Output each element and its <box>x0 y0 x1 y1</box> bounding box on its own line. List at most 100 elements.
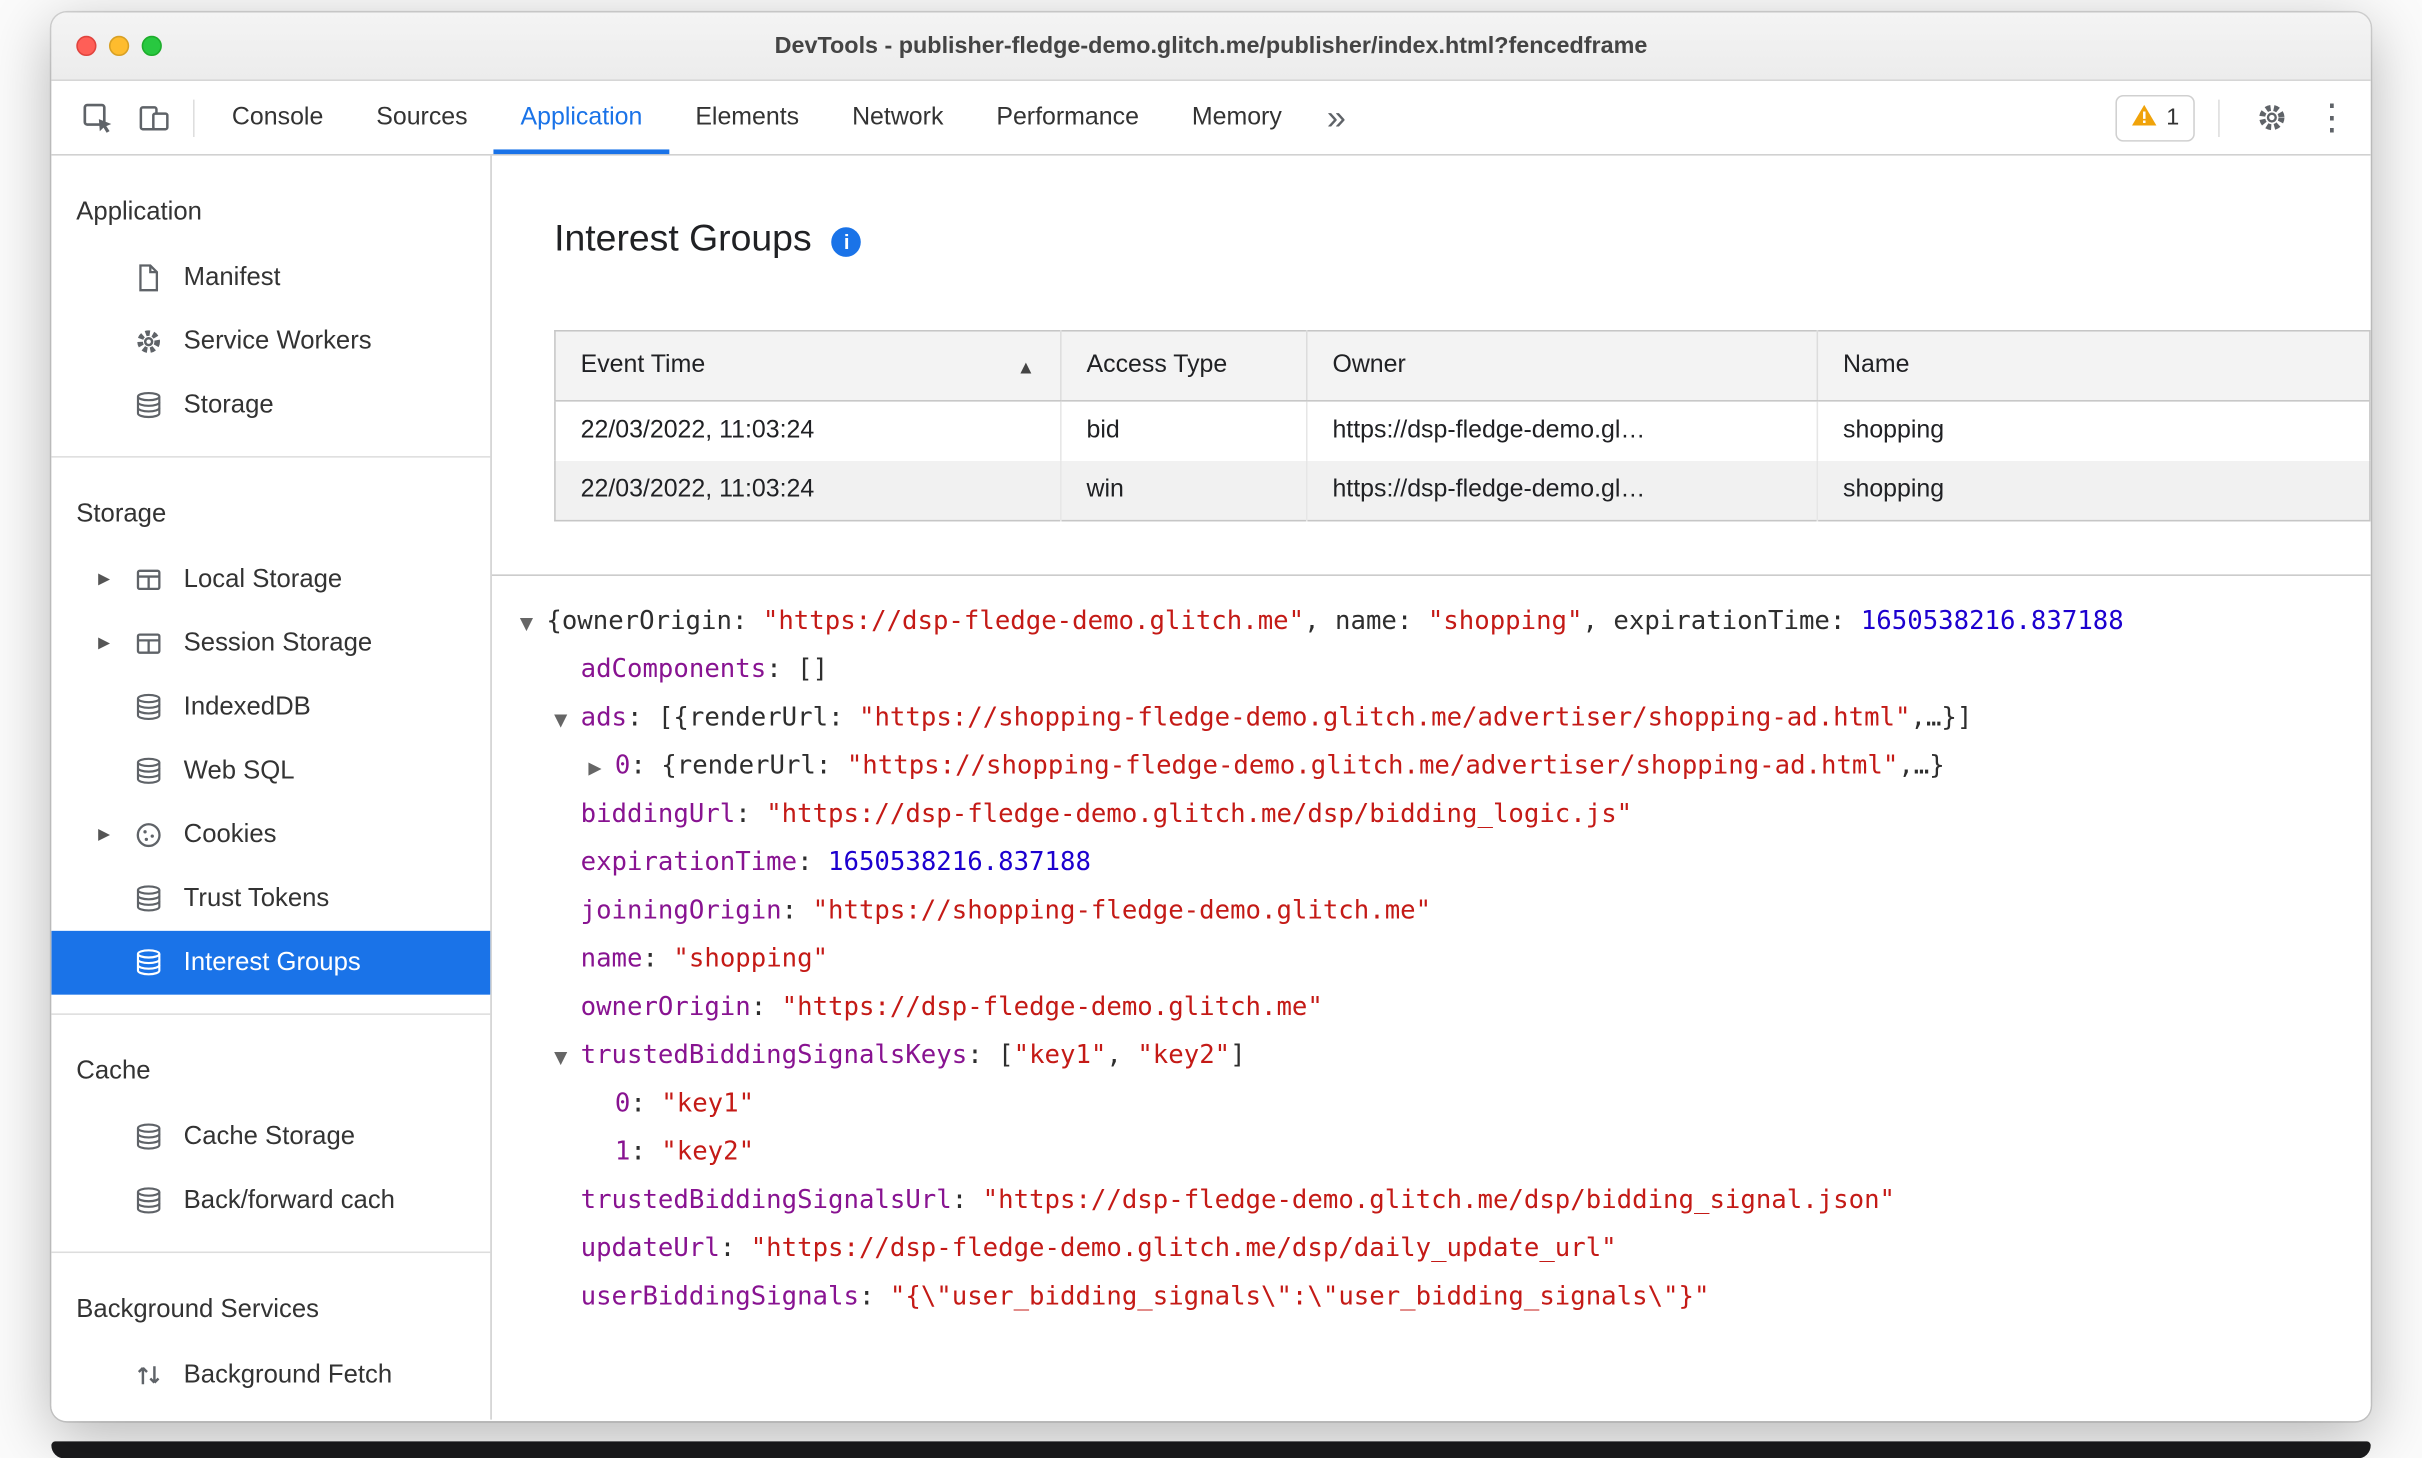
json-number: 1650538216.837188 <box>1860 605 2124 636</box>
column-header-name[interactable]: Name <box>1817 330 2370 402</box>
json-text: : <box>735 798 767 829</box>
json-key: ads <box>580 702 628 732</box>
sidebar-item-storage[interactable]: Storage <box>51 374 490 438</box>
toolbar-separator <box>2218 98 2220 137</box>
json-text: : <box>630 1136 662 1166</box>
device-toolbar-button[interactable] <box>126 90 182 146</box>
tree-row-6[interactable]: joiningOrigin: "https://shopping-fledge-… <box>520 886 2371 934</box>
expand-triangle-icon[interactable]: ▶ <box>98 571 132 588</box>
json-key: 0 <box>614 750 631 780</box>
info-icon[interactable]: i <box>831 227 862 257</box>
json-text: name <box>1335 605 1397 636</box>
tree-expand-icon[interactable]: ▶ <box>588 744 614 792</box>
tab-performance[interactable]: Performance <box>970 81 1165 154</box>
table-row-1[interactable]: 22/03/2022, 11:03:24 win https://dsp-fledg… <box>554 460 2370 521</box>
screen: DevTools - publisher-fledge-demo.glitch.… <box>0 0 2422 1458</box>
sidebar-item-back-forward-cach[interactable]: Back/forward cach <box>51 1169 490 1233</box>
json-string: "https://shopping-fledge-demo.glitch.me/… <box>858 702 1911 732</box>
tab-network[interactable]: Network <box>826 81 970 154</box>
expand-triangle-icon[interactable]: ▶ <box>98 827 132 844</box>
sidebar-item-background-fetch[interactable]: Background Fetch <box>51 1343 490 1407</box>
json-text: expirationTime <box>1613 605 1830 636</box>
tree-row-9[interactable]: ▼ trustedBiddingSignalsKeys: ["key1", "ke… <box>520 1030 2371 1078</box>
json-string: "https://dsp-fledge-demo.glitch.me/dsp/b… <box>982 1184 1896 1215</box>
sidebar-section-title: Application <box>76 197 202 226</box>
panel-tabs: Console Sources Application Elements Network… <box>205 81 1308 155</box>
tree-row-4[interactable]: biddingUrl: "https://dsp-fledge-demo.gli… <box>520 789 2371 837</box>
json-text: : [ <box>967 1039 1014 1070</box>
window-titlebar: DevTools - publisher-fledge-demo.glitch.… <box>51 12 2371 81</box>
database-icon <box>132 692 163 723</box>
column-header-owner[interactable]: Owner <box>1306 330 1819 402</box>
json-text: : <box>731 605 763 636</box>
tree-row-0[interactable]: ▼ {ownerOrigin: "https://dsp-fledge-demo.… <box>520 596 2371 644</box>
json-text: ,…} <box>1898 750 1945 780</box>
sidebar-item-trust-tokens[interactable]: Trust Tokens <box>51 867 490 931</box>
table-cell: 22/03/2022, 11:03:24 <box>554 400 1062 461</box>
json-text: : <box>951 1184 983 1215</box>
json-key: 0 <box>614 1088 631 1118</box>
tab-elements[interactable]: Elements <box>669 81 826 154</box>
sidebar-section-title: Background Services <box>76 1295 319 1324</box>
tree-expand-icon[interactable]: ▼ <box>554 1034 580 1082</box>
tab-application[interactable]: Application <box>494 81 670 155</box>
sidebar-item-cookies[interactable]: ▶ Cookies <box>51 803 490 867</box>
table-row-0[interactable]: 22/03/2022, 11:03:24 bid https://dsp-fledg… <box>554 400 2370 461</box>
minimize-window-button[interactable] <box>108 35 130 57</box>
column-header-access-type[interactable]: Access Type <box>1060 330 1308 402</box>
json-string: "{\"user_bidding_signals\":\"user_biddin… <box>889 1281 1710 1311</box>
tree-row-13[interactable]: updateUrl: "https://dsp-fledge-demo.glit… <box>520 1223 2371 1271</box>
document-icon <box>132 262 163 293</box>
json-text: : <box>1396 605 1428 636</box>
tree-row-1[interactable]: adComponents: [] <box>520 644 2371 692</box>
devtools-window: DevTools - publisher-fledge-demo.glitch.… <box>51 12 2371 1422</box>
json-string: "shopping" <box>673 943 829 973</box>
json-key: 1 <box>614 1136 631 1166</box>
close-window-button[interactable] <box>76 35 97 57</box>
column-header-event-time[interactable]: Event Time ▲ <box>554 330 1062 402</box>
tree-row-7[interactable]: name: "shopping" <box>520 934 2371 982</box>
sidebar-item-service-workers[interactable]: Service Workers <box>51 310 490 374</box>
sidebar-item-indexeddb[interactable]: IndexedDB <box>51 676 490 740</box>
tree-expand-icon[interactable]: ▼ <box>520 599 546 647</box>
settings-gear-button[interactable] <box>2243 90 2299 146</box>
tab-console[interactable]: Console <box>205 81 349 154</box>
sidebar-item-label: Interest Groups <box>183 947 361 976</box>
sidebar-item-cache-storage[interactable]: Cache Storage <box>51 1105 490 1169</box>
json-string: "https://dsp-fledge-demo.glitch.me/dsp/b… <box>766 798 1633 829</box>
tree-row-12[interactable]: trustedBiddingSignalsUrl: "https://dsp-f… <box>520 1175 2371 1223</box>
tree-row-3[interactable]: ▶ 0: {renderUrl: "https://shopping-fledge… <box>520 741 2371 789</box>
more-panels-button[interactable]: » <box>1308 81 1364 154</box>
sidebar-item-local-storage[interactable]: ▶ Local Storage <box>51 548 490 612</box>
inspect-cursor-icon <box>83 102 112 132</box>
json-string: "https://dsp-fledge-demo.glitch.me" <box>781 991 1323 1022</box>
sidebar-item-label: Session Storage <box>183 628 373 657</box>
sidebar-item-web-sql[interactable]: Web SQL <box>51 739 490 803</box>
menu-kebab-button[interactable]: ⋮ <box>2312 90 2352 146</box>
sidebar-item-label: Local Storage <box>183 565 343 594</box>
zoom-window-button[interactable] <box>141 35 162 57</box>
tree-expand-icon[interactable]: ▼ <box>554 696 580 744</box>
sidebar-item-session-storage[interactable]: ▶ Session Storage <box>51 612 490 676</box>
json-text: : <box>1829 605 1861 636</box>
tree-row-11[interactable]: 1: "key2" <box>520 1127 2371 1175</box>
expand-triangle-icon[interactable]: ▶ <box>98 635 132 652</box>
inspect-element-button[interactable] <box>70 90 126 146</box>
sidebar-item-manifest[interactable]: Manifest <box>51 246 490 310</box>
tab-memory[interactable]: Memory <box>1165 81 1308 154</box>
tree-row-10[interactable]: 0: "key1" <box>520 1079 2371 1127</box>
sidebar-item-label: Cookies <box>183 820 277 849</box>
toolbar-right-group: 1 ⋮ <box>2114 81 2371 154</box>
devtools-content: Application Manifest Service Workers Storag… <box>51 155 2371 1420</box>
sidebar-item-interest-groups[interactable]: Interest Groups <box>51 930 491 995</box>
tree-row-2[interactable]: ▼ ads: [{renderUrl: "https://shopping-fle… <box>520 693 2371 741</box>
json-key: trustedBiddingSignalsUrl <box>580 1184 952 1215</box>
tree-row-5[interactable]: expirationTime: 1650538216.837188 <box>520 837 2371 885</box>
tab-sources[interactable]: Sources <box>350 81 494 154</box>
issues-counter[interactable]: 1 <box>2114 94 2195 141</box>
tree-row-14[interactable]: userBiddingSignals: "{\"user_bidding_sig… <box>520 1272 2371 1320</box>
tree-row-8[interactable]: ownerOrigin: "https://dsp-fledge-demo.gl… <box>520 982 2371 1030</box>
sidebar-section-title: Storage <box>76 499 167 528</box>
table-cell: shopping <box>1843 417 1945 444</box>
json-string: "key2" <box>1137 1039 1231 1070</box>
